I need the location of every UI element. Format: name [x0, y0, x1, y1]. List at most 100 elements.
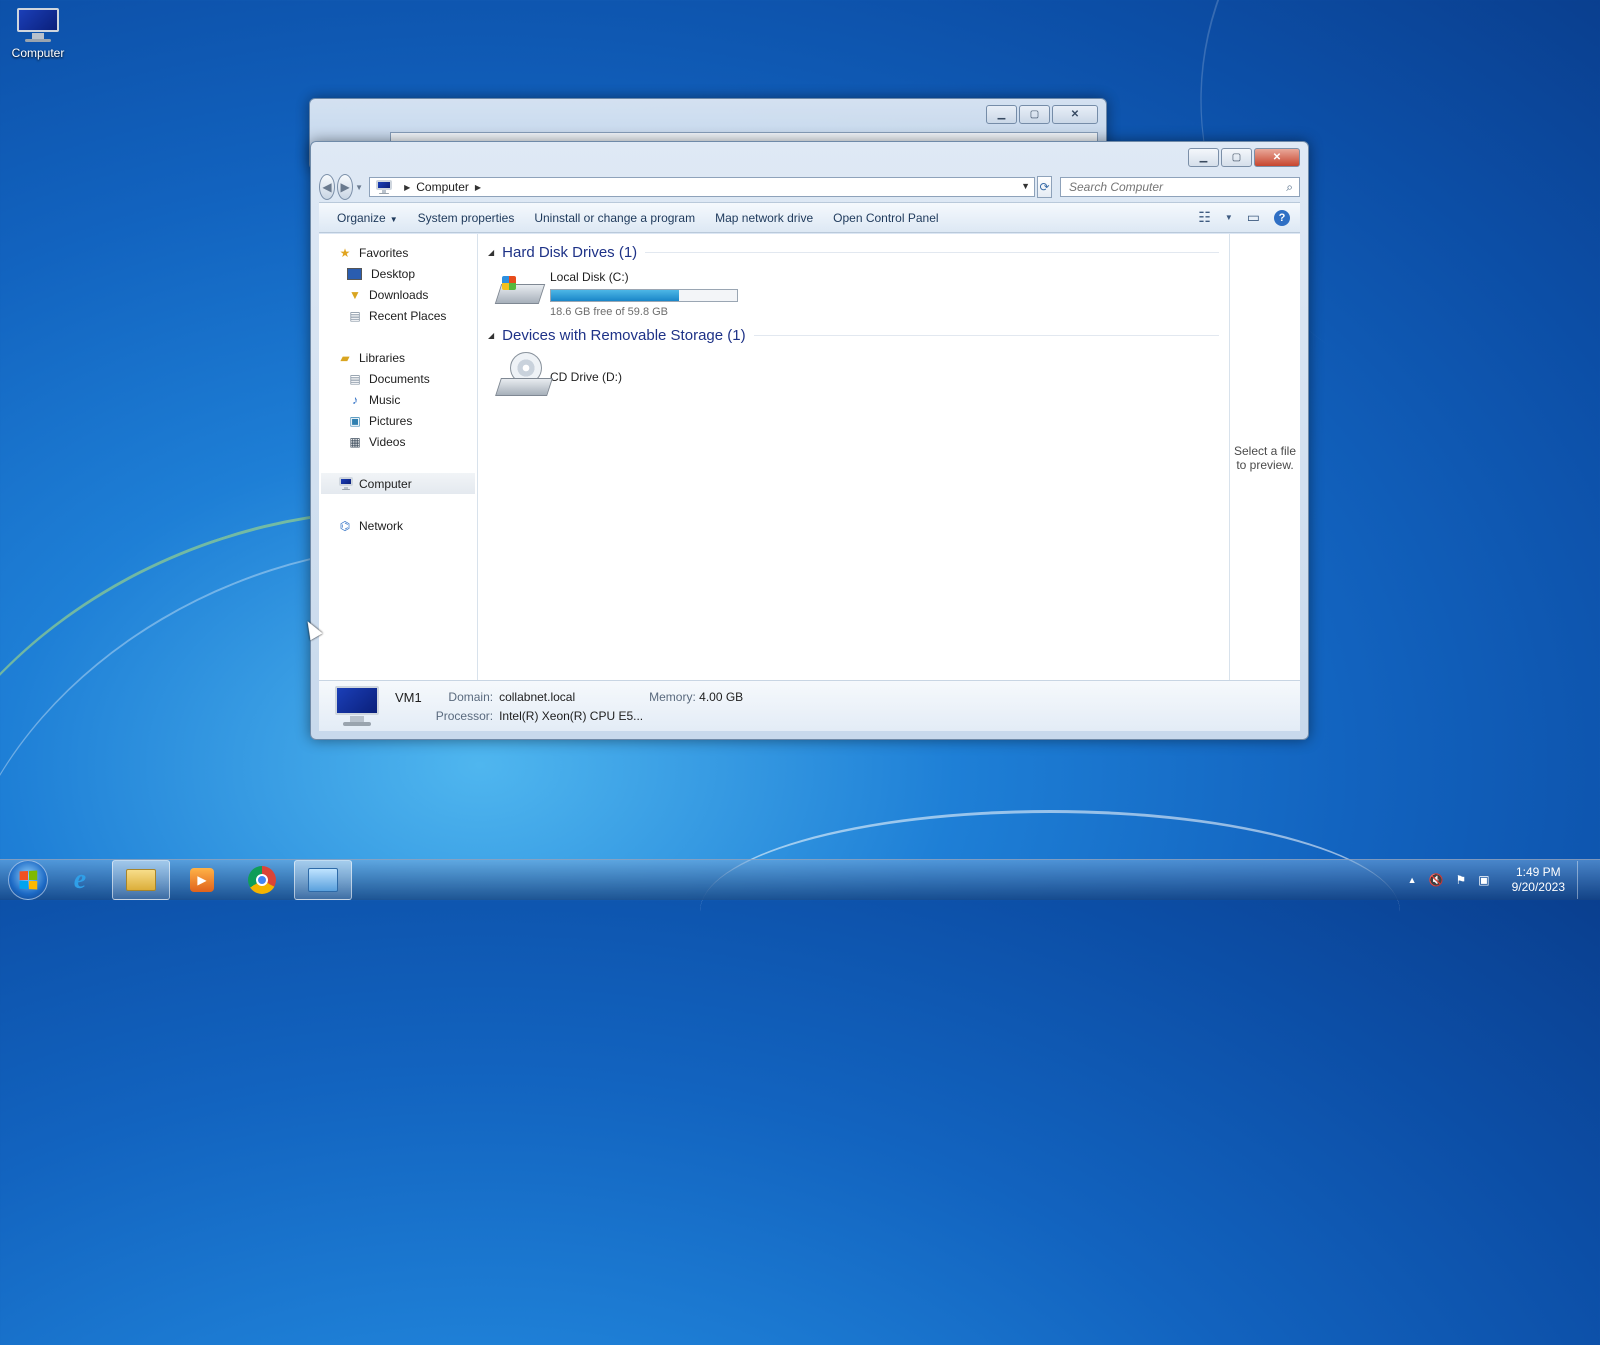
network-status-icon[interactable]: ▣: [1478, 873, 1489, 887]
back-button[interactable]: ◀: [319, 174, 336, 200]
nav-libraries[interactable]: ▰ Libraries: [319, 347, 477, 368]
address-dropdown-icon[interactable]: ▼: [1021, 181, 1030, 191]
nav-pictures[interactable]: ▣ Pictures: [319, 410, 477, 431]
desktop-icon: [347, 267, 362, 280]
open-control-panel-button[interactable]: Open Control Panel: [823, 207, 948, 229]
taskbar-media-player[interactable]: ▶: [174, 861, 230, 899]
drive-cd-d[interactable]: CD Drive (D:): [495, 352, 622, 400]
desktop-computer-icon[interactable]: Computer: [6, 8, 70, 60]
drive-usage-bar: [550, 289, 738, 302]
star-icon: ★: [339, 245, 351, 260]
group-header-removable-storage[interactable]: ◢ Devices with Removable Storage (1): [488, 325, 1219, 345]
search-input[interactable]: [1066, 179, 1287, 195]
processor-value: Intel(R) Xeon(R) CPU E5...: [499, 708, 644, 723]
collapse-triangle-icon[interactable]: ◢: [488, 248, 494, 257]
nav-videos[interactable]: ▦ Videos: [319, 431, 477, 452]
map-network-drive-button[interactable]: Map network drive: [705, 207, 823, 229]
uninstall-program-button[interactable]: Uninstall or change a program: [524, 207, 705, 229]
close-button[interactable]: ✕: [1254, 148, 1300, 167]
computer-icon: [17, 8, 59, 42]
videos-icon: ▦: [349, 434, 361, 449]
documents-icon: ▤: [349, 371, 361, 386]
taskbar-chrome[interactable]: [234, 861, 290, 899]
action-center-flag-icon[interactable]: ⚑: [1456, 873, 1467, 887]
processor-label: Processor:: [435, 708, 494, 723]
volume-muted-icon[interactable]: 🔇: [1429, 873, 1444, 887]
command-bar: Organize ▼ System properties Uninstall or…: [319, 202, 1300, 233]
nav-recent-places[interactable]: ▤ Recent Places: [319, 305, 477, 326]
control-panel-icon: [308, 868, 338, 892]
downloads-folder-icon: ▼: [349, 287, 361, 302]
group-header-hard-disk-drives[interactable]: ◢ Hard Disk Drives (1): [488, 242, 1219, 262]
nav-documents[interactable]: ▤ Documents: [319, 368, 477, 389]
folder-icon: [126, 869, 156, 891]
maximize-button[interactable]: ▢: [1221, 148, 1252, 167]
search-icon[interactable]: ⌕: [1286, 180, 1293, 195]
taskbar: e ▶ ▲ 🔇 ⚑ ▣ 1:49 PM 9/20/2023: [0, 859, 1600, 900]
address-bar[interactable]: ▶ Computer ▶ ▼: [369, 177, 1036, 197]
search-box[interactable]: ⌕: [1059, 177, 1300, 197]
view-dropdown-icon[interactable]: ▼: [1225, 213, 1233, 222]
show-desktop-button[interactable]: [1577, 861, 1590, 899]
start-button[interactable]: [8, 860, 48, 900]
windows-logo-icon: [19, 870, 38, 890]
refresh-button[interactable]: ⟳: [1037, 176, 1052, 198]
computer-icon: [339, 477, 353, 490]
chevron-down-icon: ▼: [389, 214, 398, 224]
music-icon: ♪: [352, 392, 358, 407]
navigation-pane: ★ Favorites Desktop ▼ Downloads ▤ Recent Pl…: [319, 234, 478, 681]
recent-places-icon: ▤: [349, 308, 361, 323]
nav-computer[interactable]: Computer: [321, 473, 475, 494]
maximize-button[interactable]: ▢: [1019, 105, 1050, 124]
domain-value: collabnet.local: [499, 690, 576, 704]
cd-drive-icon: [495, 352, 553, 400]
system-tray: ▲ 🔇 ⚑ ▣ 1:49 PM 9/20/2023: [1408, 861, 1600, 899]
explorer-window[interactable]: ▁ ▢ ✕ ◀ ▶ ▼ ▶ Computer ▶ ▼ ⟳ ⌕ Organize▼…: [310, 141, 1309, 740]
computer-name: VM1: [395, 689, 422, 705]
nav-network[interactable]: ⌬ Network: [319, 515, 477, 536]
network-icon: ⌬: [339, 518, 351, 533]
taskbar-internet-explorer[interactable]: e: [52, 861, 108, 899]
domain-label: Domain:: [448, 690, 494, 704]
breadcrumb-arrow-icon[interactable]: ▶: [404, 183, 410, 192]
preview-pane: Select a file to preview.: [1229, 234, 1300, 681]
details-pane: VM1 Domain: collabnet.local Memory: 4.00…: [319, 680, 1300, 731]
media-player-icon: ▶: [190, 868, 214, 892]
computer-icon: [376, 180, 393, 194]
organize-button[interactable]: Organize ▼: [327, 207, 408, 229]
breadcrumb-arrow-icon[interactable]: ▶: [475, 183, 481, 192]
drive-name: Local Disk (C:): [550, 270, 629, 284]
hard-drive-icon: [494, 268, 546, 306]
breadcrumb-computer[interactable]: Computer: [416, 180, 469, 194]
navigation-bar: ◀ ▶ ▼ ▶ Computer ▶ ▼ ⟳ ⌕: [319, 174, 1300, 200]
drive-local-disk-c[interactable]: Local Disk (C:) 18.6 GB free of 59.8 GB: [494, 268, 738, 318]
clock-time: 1:49 PM: [1515, 865, 1561, 879]
preview-message: Select a file to preview.: [1233, 443, 1297, 472]
drive-free-space: 18.6 GB free of 59.8 GB: [550, 306, 669, 318]
internet-explorer-icon: e: [73, 864, 87, 895]
minimize-button[interactable]: ▁: [1188, 148, 1219, 167]
preview-pane-icon[interactable]: ▭: [1247, 209, 1260, 226]
nav-downloads[interactable]: ▼ Downloads: [319, 284, 477, 305]
forward-arrow-icon: ▶: [340, 180, 350, 194]
change-view-icon[interactable]: ☷: [1198, 209, 1211, 226]
taskbar-control-panel[interactable]: [294, 860, 352, 900]
computer-icon: [335, 686, 379, 726]
forward-button[interactable]: ▶: [337, 174, 354, 200]
memory-value: 4.00 GB: [699, 690, 744, 704]
clock[interactable]: 1:49 PM 9/20/2023: [1512, 865, 1565, 895]
help-icon[interactable]: ?: [1274, 209, 1290, 226]
collapse-triangle-icon[interactable]: ◢: [488, 331, 494, 340]
refresh-icon: ⟳: [1039, 180, 1050, 194]
show-hidden-icons-icon[interactable]: ▲: [1408, 875, 1417, 885]
close-button[interactable]: ✕: [1052, 105, 1098, 124]
desktop-icon-label: Computer: [11, 46, 65, 60]
taskbar-windows-explorer[interactable]: [112, 860, 170, 900]
system-properties-button[interactable]: System properties: [408, 207, 525, 229]
nav-desktop[interactable]: Desktop: [319, 263, 477, 284]
minimize-button[interactable]: ▁: [986, 105, 1017, 124]
nav-favorites[interactable]: ★ Favorites: [319, 242, 477, 263]
recent-pages-dropdown[interactable]: ▼: [355, 183, 363, 192]
nav-music[interactable]: ♪ Music: [319, 389, 477, 410]
clock-date: 9/20/2023: [1511, 880, 1565, 894]
